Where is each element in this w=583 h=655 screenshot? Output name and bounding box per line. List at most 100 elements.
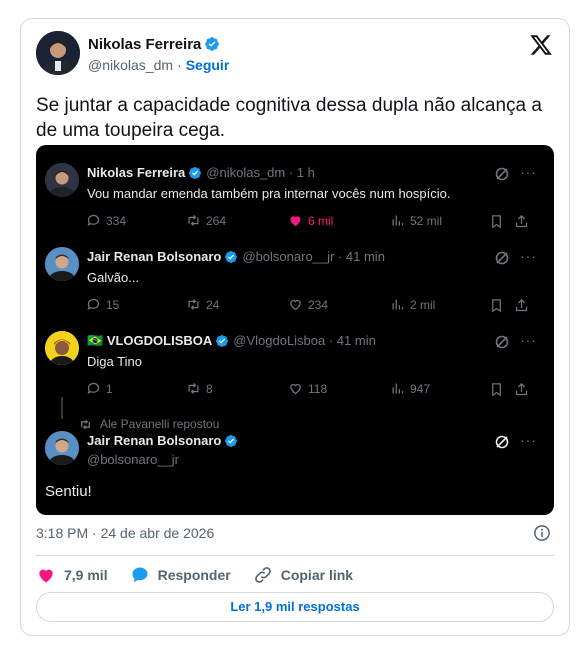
share-icon [515, 382, 528, 396]
author-name[interactable]: Nikolas Ferreira [88, 36, 220, 53]
reply-author: Nikolas Ferreira @nikolas_dm · 1 h [87, 165, 315, 180]
verified-badge-icon [225, 251, 238, 263]
reply-count-value: 334 [106, 213, 127, 228]
author-avatar[interactable] [36, 31, 80, 75]
more-options-icon: ··· [520, 248, 537, 264]
reply-avatar [45, 163, 79, 197]
reply-count-value: 15 [106, 297, 120, 312]
copy-link-button[interactable]: Copiar link [253, 565, 353, 585]
like-count-value: 234 [308, 297, 329, 312]
view-count-value: 52 mil [410, 213, 443, 228]
repost-count: 24 [186, 297, 219, 312]
views-icon [392, 299, 404, 310]
reply-text: Galvão... [87, 270, 140, 285]
like-count: 6 mil [288, 213, 333, 228]
repost-icon [188, 299, 199, 310]
repost-icon [188, 215, 199, 226]
reply-stats: 15 24 234 2 mil [36, 297, 554, 315]
share-icon [515, 298, 528, 312]
grok-icon [495, 435, 509, 449]
heart-filled-icon [39, 569, 53, 583]
reply-meta: @bolsonaro__jr · 41 min [242, 249, 385, 264]
final-post-handle: @bolsonaro__jr [87, 452, 179, 467]
flag-icon: 🇧🇷 [87, 333, 104, 348]
reply-author-name: VLOGDOLISBOA [106, 333, 213, 348]
reply-count: 1 [86, 381, 113, 396]
verified-badge-icon [189, 167, 202, 179]
reply-count: 334 [86, 213, 126, 228]
repost-count: 264 [186, 213, 226, 228]
read-replies-button[interactable]: Ler 1,9 mil respostas [36, 592, 554, 622]
view-count-value: 947 [410, 381, 431, 396]
divider [36, 555, 554, 556]
reply-count-value: 1 [106, 381, 113, 396]
final-post-text: Sentiu! [45, 483, 92, 500]
embedded-screenshot[interactable]: Nikolas Ferreira @nikolas_dm · 1 h ··· Vo… [36, 145, 554, 515]
grok-icon [495, 335, 509, 349]
comment-icon [87, 298, 100, 311]
heart-icon [290, 299, 301, 311]
final-post-name: Jair Renan Bolsonaro [87, 433, 222, 448]
share-icon [515, 214, 528, 228]
bookmark-icon [492, 383, 501, 397]
reply-text: Diga Tino [87, 354, 142, 369]
reply-author-name: Jair Renan Bolsonaro [87, 249, 222, 264]
author-handle[interactable]: @nikolas_dm [88, 57, 173, 73]
like-button[interactable]: 7,9 mil [36, 565, 108, 585]
author-name-text[interactable]: Nikolas Ferreira [88, 36, 201, 53]
reply-author: 🇧🇷 VLOGDOLISBOA @VlogdoLisboa · 41 min [87, 333, 376, 349]
repost-note: Ale Pavanelli repostou [79, 417, 219, 431]
reply-meta: @VlogdoLisboa · 41 min [233, 333, 376, 348]
tweet-card: Nikolas Ferreira @nikolas_dm · Seguir Se j… [20, 18, 570, 636]
reply-avatar [45, 331, 79, 365]
repost-icon [81, 419, 90, 429]
more-options-icon: ··· [520, 432, 537, 448]
reply-author-name: Nikolas Ferreira [87, 165, 186, 180]
more-options-icon: ··· [520, 164, 537, 180]
views-icon [392, 383, 404, 394]
heart-icon [290, 383, 301, 395]
reply-count: 15 [86, 297, 119, 312]
view-count-value: 2 mil [410, 297, 436, 312]
verified-badge-icon [225, 435, 238, 447]
repost-count-value: 264 [206, 213, 227, 228]
author-handle-row: @nikolas_dm · Seguir [88, 57, 229, 73]
repost-count: 8 [186, 381, 213, 396]
verified-badge-icon [205, 37, 220, 51]
timestamp[interactable]: 3:18 PM · 24 de abr de 2026 [36, 525, 214, 541]
final-post-avatar [45, 431, 79, 465]
separator: · [177, 57, 182, 73]
view-count: 2 mil [390, 297, 435, 312]
view-count: 52 mil [390, 213, 442, 228]
reply-label: Responder [157, 567, 231, 583]
more-options-icon: ··· [520, 332, 537, 348]
action-bar: 7,9 mil Responder Copiar link [36, 564, 375, 586]
bookmark-icon [492, 215, 501, 229]
follow-button[interactable]: Seguir [186, 57, 230, 73]
like-count-label: 7,9 mil [64, 567, 108, 583]
repost-note-text: Ale Pavanelli repostou [100, 417, 220, 431]
reply-button[interactable]: Responder [130, 565, 231, 585]
info-icon[interactable] [533, 524, 551, 542]
x-logo-icon[interactable] [529, 33, 553, 57]
grok-icon [495, 167, 509, 181]
reply-meta: @nikolas_dm · 1 h [206, 165, 315, 180]
bookmark-icon [492, 299, 501, 313]
comment-icon [87, 382, 100, 395]
like-count-value: 6 mil [308, 213, 334, 228]
final-post-author: Jair Renan Bolsonaro [87, 433, 238, 448]
reply-author: Jair Renan Bolsonaro @bolsonaro__jr · 41 … [87, 249, 385, 264]
verified-badge-icon [216, 335, 229, 347]
repost-count-value: 8 [206, 381, 213, 396]
comment-icon [87, 214, 100, 227]
reply-avatar [45, 247, 79, 281]
grok-icon [495, 251, 509, 265]
heart-filled-icon [290, 216, 301, 227]
view-count: 947 [390, 381, 430, 396]
like-count-value: 118 [308, 381, 328, 396]
reply-stats: 1 8 118 947 [36, 381, 554, 399]
speech-bubble-icon [132, 567, 148, 583]
like-count: 234 [288, 297, 328, 312]
reply-stats: 334 264 6 mil 52 mil [36, 213, 554, 231]
reply-text: Vou mandar emenda também pra internar vo… [87, 186, 451, 201]
